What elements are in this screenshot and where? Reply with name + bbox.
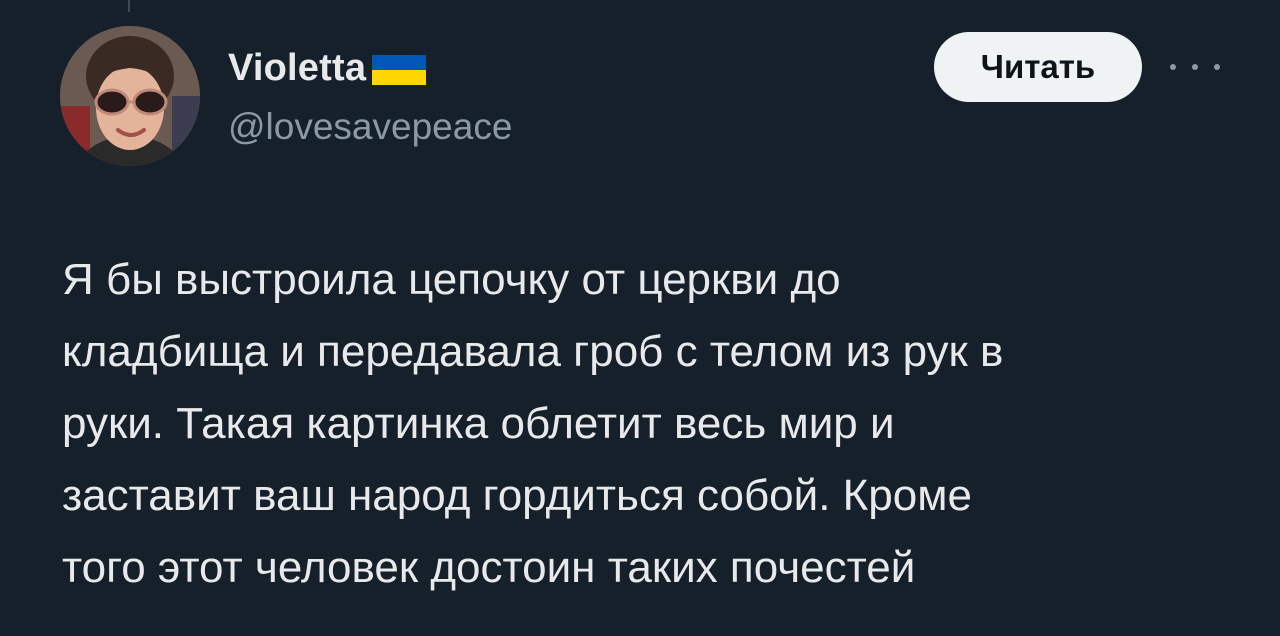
more-dot [1214, 64, 1220, 70]
tweet-text: Я бы выстроила цепочку от церкви до клад… [62, 244, 1242, 604]
thread-connector-line [128, 0, 130, 12]
avatar-photo-icon [60, 26, 200, 166]
tweet-text-line: руки. Такая картинка облетит весь мир и [62, 399, 895, 448]
more-options-icon[interactable] [1170, 52, 1220, 82]
tweet-text-line: заставит ваш народ гордиться собой. Кром… [62, 471, 972, 520]
author-display-name[interactable]: Violetta [228, 47, 366, 90]
tweet-text-line: того этот человек достоин таких почестей [62, 543, 916, 592]
more-dot [1192, 64, 1198, 70]
more-dot [1170, 64, 1176, 70]
author-handle[interactable]: @lovesavepeace [228, 106, 512, 148]
tweet-text-line: Я бы выстроила цепочку от церкви до [62, 255, 841, 304]
author-name-row: Violetta [228, 46, 427, 90]
avatar[interactable] [60, 26, 200, 166]
follow-button[interactable]: Читать [934, 32, 1142, 102]
ukraine-flag-icon [372, 55, 427, 85]
tweet-text-line: кладбища и передавала гроб с телом из ру… [62, 327, 1004, 376]
